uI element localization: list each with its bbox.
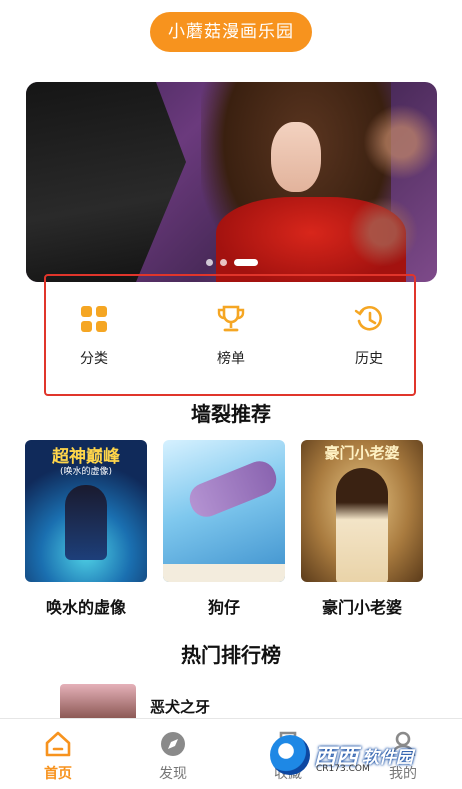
book-card[interactable]: 豪门小老婆 豪门小老婆 [301,440,423,618]
tab-home[interactable]: 首页 [23,729,93,783]
hero-banner[interactable] [26,82,437,282]
quick-link-category[interactable]: 分类 [54,304,134,368]
site-watermark: 西西 软件园 CR173.COM [270,730,450,780]
cover-figure [336,468,388,582]
book-cover[interactable]: 超神巅峰 (唤水的虚像) [25,440,147,582]
ranking-item-title: 恶犬之牙 [150,698,211,716]
quick-link-ranking[interactable]: 榜单 [191,304,271,368]
banner-dot[interactable] [205,259,213,266]
book-cover[interactable]: 豪门小老婆 [301,440,423,582]
book-title: 豪门小老婆 [321,598,402,617]
quick-link-label: 榜单 [217,351,245,367]
cover-figure [65,485,107,560]
grid-icon [81,306,107,332]
quick-link-label: 分类 [80,351,108,367]
home-icon [45,731,71,757]
banner-dot[interactable] [219,259,227,266]
book-cover[interactable] [163,440,285,582]
tab-label: 首页 [44,766,72,782]
watermark-logo-icon [270,735,310,775]
book-card[interactable]: 狗仔 [163,440,285,618]
cover-paper-strip [163,564,285,582]
cover-figure [184,456,282,522]
ranking-title: 热门排行榜 [181,643,281,667]
book-card[interactable]: 超神巅峰 (唤水的虚像) 唤水的虚像 [25,440,147,618]
watermark-url: CR173.COM [316,764,370,774]
banner-dot-active[interactable] [233,259,258,266]
book-title: 狗仔 [207,598,240,617]
banner-pagination [26,259,437,266]
app-title: 小蘑菇漫画乐园 [150,12,312,52]
trophy-icon [217,305,245,332]
tab-discover[interactable]: 发现 [138,729,208,783]
quick-links-panel: 分类 榜单 历史 [44,274,416,396]
quick-link-label: 历史 [355,351,383,367]
history-icon [354,306,382,331]
banner-art-flowers [347,82,437,282]
banner-art-man [26,82,186,282]
quick-link-history[interactable]: 历史 [329,304,409,368]
compass-icon [161,732,185,756]
cover-title-text: 豪门小老婆 [324,444,400,462]
recommend-title: 墙裂推荐 [191,402,271,426]
book-title: 唤水的虚像 [45,598,126,617]
tab-label: 发现 [159,766,187,782]
app-header: 小蘑菇漫画乐园 [0,12,462,52]
banner-art-face [271,122,321,192]
cover-subtitle-text: (唤水的虚像) [59,467,113,477]
